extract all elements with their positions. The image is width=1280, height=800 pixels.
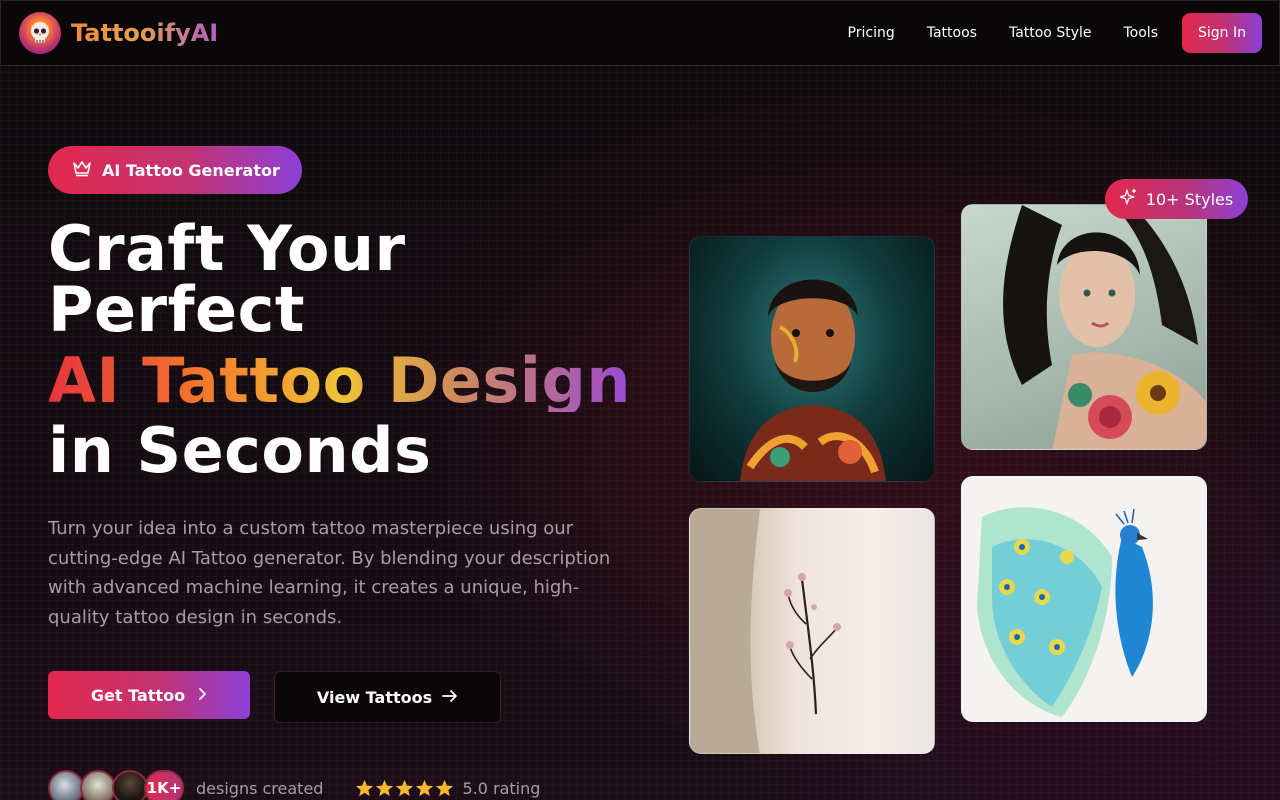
get-tattoo-button[interactable]: Get Tattoo	[48, 671, 250, 719]
star-icon	[436, 779, 454, 796]
star-icon	[396, 779, 414, 796]
nav-link-tools[interactable]: Tools	[1124, 25, 1159, 41]
view-tattoos-label: View Tattoos	[316, 687, 433, 707]
view-tattoos-button[interactable]: View Tattoos	[274, 671, 501, 723]
nav-link-tattoo-style[interactable]: Tattoo Style	[1009, 25, 1092, 41]
designs-label: designs created	[196, 778, 324, 798]
brand-name: TattooifyAI	[71, 19, 219, 47]
logo-skull-icon	[19, 12, 61, 54]
headline-line-4: in Seconds	[48, 414, 432, 487]
star-rating	[355, 779, 454, 798]
top-navbar: TattooifyAI Pricing Tattoos Tattoo Style…	[0, 0, 1280, 66]
avatar	[48, 770, 84, 800]
avatar	[80, 770, 116, 800]
avatar-stack: 1K+	[48, 770, 184, 800]
designs-count: 1K+	[144, 770, 184, 800]
woman-floral-tattoo-image[interactable]	[961, 204, 1207, 450]
get-tattoo-label: Get Tattoo	[90, 685, 186, 705]
headline-highlight: AI Tattoo Design	[48, 344, 632, 417]
badge-label: AI Tattoo Generator	[102, 160, 280, 180]
cherry-blossom-arm-tattoo-image[interactable]	[689, 508, 935, 754]
nav-link-pricing[interactable]: Pricing	[848, 25, 895, 41]
headline-line-2: Perfect	[48, 273, 305, 346]
star-icon	[356, 779, 374, 796]
star-icon	[416, 779, 434, 796]
star-icon	[376, 779, 394, 796]
crown-icon	[72, 159, 92, 181]
styles-count-label: 10+ Styles	[1145, 189, 1234, 209]
rating-label: 5.0 rating	[462, 778, 541, 798]
styles-count-badge: 10+ Styles	[1105, 179, 1248, 219]
watercolor-peacock-image[interactable]	[961, 476, 1207, 722]
sign-in-button[interactable]: Sign In	[1182, 13, 1262, 53]
ai-generator-badge: AI Tattoo Generator	[48, 146, 302, 194]
sparkle-icon	[1119, 188, 1138, 210]
nav-links: Pricing Tattoos Tattoo Style Tools Sign …	[816, 13, 1262, 53]
nav-link-tattoos[interactable]: Tattoos	[927, 25, 977, 41]
hero-stats: 1K+ designs created 5.0 rating	[48, 770, 540, 800]
chevron-right-icon	[197, 686, 207, 705]
avatar	[112, 770, 148, 800]
tattooed-man-portrait-image[interactable]	[689, 236, 935, 482]
arrow-right-icon	[442, 688, 458, 707]
hero-description: Turn your idea into a custom tattoo mast…	[48, 518, 611, 628]
headline-line-1: Craft Your	[48, 212, 406, 285]
brand[interactable]: TattooifyAI	[19, 12, 218, 54]
